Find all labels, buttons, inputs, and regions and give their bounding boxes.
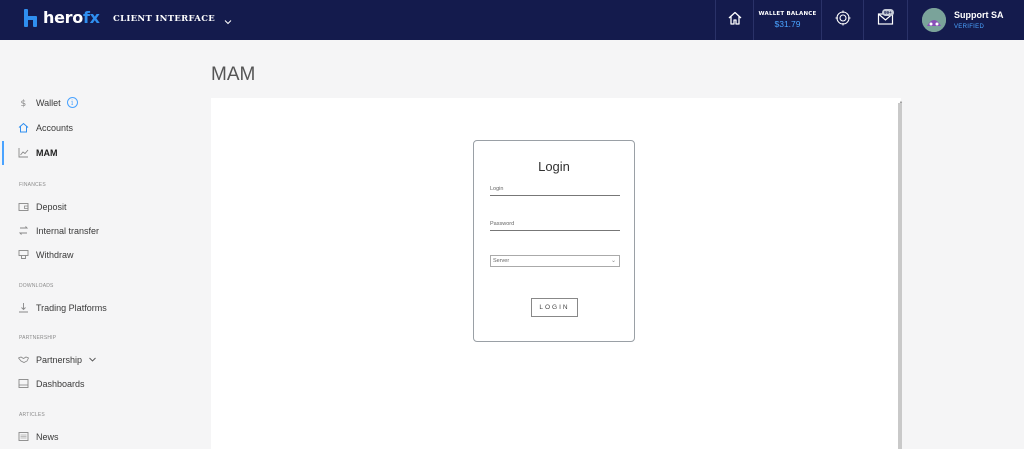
scrollbar[interactable] bbox=[898, 103, 902, 449]
user-menu[interactable]: Support SA VERIFIED bbox=[907, 0, 1024, 40]
section-label-articles: ARTICLES bbox=[19, 412, 45, 418]
login-field-label: Login bbox=[490, 186, 504, 192]
chevron-down-icon bbox=[223, 14, 233, 25]
chart-line-icon bbox=[18, 147, 29, 158]
user-name: Support SA bbox=[954, 10, 1004, 20]
sidebar-item-accounts[interactable]: Accounts bbox=[18, 122, 73, 133]
sidebar-item-internal-transfer[interactable]: Internal transfer bbox=[18, 225, 99, 236]
server-select[interactable]: Server ⌄ bbox=[490, 255, 620, 267]
sidebar-item-label: Deposit bbox=[36, 201, 67, 212]
logo-text: herofx bbox=[43, 8, 100, 27]
chevron-down-icon bbox=[87, 354, 98, 365]
home-icon bbox=[18, 122, 29, 133]
home-button[interactable] bbox=[715, 0, 753, 40]
dashboard-icon bbox=[18, 378, 29, 389]
wallet-balance[interactable]: WALLET BALANCE $31.79 bbox=[753, 0, 821, 40]
svg-text:$: $ bbox=[21, 99, 27, 108]
sidebar-item-label: Internal transfer bbox=[36, 225, 100, 236]
sidebar-item-label: News bbox=[36, 431, 59, 442]
messages-button[interactable] bbox=[863, 0, 907, 40]
wallet-balance-value: $31.79 bbox=[774, 19, 801, 29]
login-field[interactable] bbox=[490, 195, 620, 196]
login-form: Login Login Password Server ⌄ LOGIN bbox=[473, 140, 635, 342]
sidebar-item-label: Partnership bbox=[36, 354, 83, 365]
sidebar-item-withdraw[interactable]: Withdraw bbox=[18, 249, 74, 260]
active-indicator bbox=[2, 141, 4, 165]
avatar bbox=[922, 8, 946, 32]
server-select-value: Server bbox=[493, 258, 510, 264]
home-icon bbox=[727, 10, 743, 31]
section-label-partnership: PARTNERSHIP bbox=[19, 335, 57, 341]
handshake-icon bbox=[18, 354, 29, 365]
client-interface-label: CLIENT INTERFACE bbox=[113, 14, 216, 24]
download-icon bbox=[18, 302, 29, 313]
login-title: Login bbox=[538, 159, 570, 174]
password-field[interactable] bbox=[490, 230, 620, 231]
withdraw-icon bbox=[18, 249, 29, 260]
sidebar-item-label: MAM bbox=[36, 147, 58, 158]
sidebar-item-label: Dashboards bbox=[36, 378, 85, 389]
logo-mark-icon bbox=[24, 8, 38, 27]
sidebar-item-trading-platforms[interactable]: Trading Platforms bbox=[18, 302, 107, 313]
wallet-icon bbox=[18, 201, 29, 212]
transfer-icon bbox=[18, 225, 29, 236]
user-status: VERIFIED bbox=[954, 24, 985, 30]
sidebar-item-label: Accounts bbox=[36, 122, 74, 133]
client-interface-dropdown[interactable]: CLIENT INTERFACE bbox=[113, 14, 233, 25]
target-icon bbox=[835, 10, 851, 31]
news-icon bbox=[18, 431, 29, 442]
sidebar-item-label: Wallet bbox=[36, 97, 61, 108]
wallet-balance-label: WALLET BALANCE bbox=[758, 11, 817, 17]
logo-text-hero: hero bbox=[43, 8, 83, 27]
sidebar-item-wallet[interactable]: $ Wallet i bbox=[18, 97, 78, 108]
notification-badge: 99+ bbox=[882, 9, 894, 16]
herofx-logo[interactable]: herofx bbox=[24, 8, 100, 27]
password-field-label: Password bbox=[490, 221, 515, 227]
info-icon[interactable]: i bbox=[66, 97, 78, 108]
target-button[interactable] bbox=[821, 0, 863, 40]
dollar-icon: $ bbox=[18, 97, 29, 108]
page-title: MAM bbox=[211, 64, 256, 85]
sidebar-item-deposit[interactable]: Deposit bbox=[18, 201, 67, 212]
sidebar-item-label: Trading Platforms bbox=[36, 302, 107, 313]
section-label-finances: FINANCES bbox=[19, 182, 46, 188]
sidebar-item-label: Withdraw bbox=[36, 249, 74, 260]
logo-text-fx: fx bbox=[82, 8, 100, 27]
top-bar: herofx CLIENT INTERFACE WALLET BALANCE $… bbox=[0, 0, 1024, 40]
login-button[interactable]: LOGIN bbox=[531, 298, 578, 317]
section-label-downloads: DOWNLOADS bbox=[19, 283, 54, 289]
sidebar-item-mam[interactable]: MAM bbox=[18, 147, 58, 158]
chevron-down-icon: ⌄ bbox=[610, 258, 616, 264]
sidebar-item-news[interactable]: News bbox=[18, 431, 59, 442]
user-info: Support SA VERIFIED bbox=[954, 10, 1004, 30]
sidebar-item-dashboards[interactable]: Dashboards bbox=[18, 378, 85, 389]
sidebar-item-partnership[interactable]: Partnership bbox=[18, 354, 105, 365]
